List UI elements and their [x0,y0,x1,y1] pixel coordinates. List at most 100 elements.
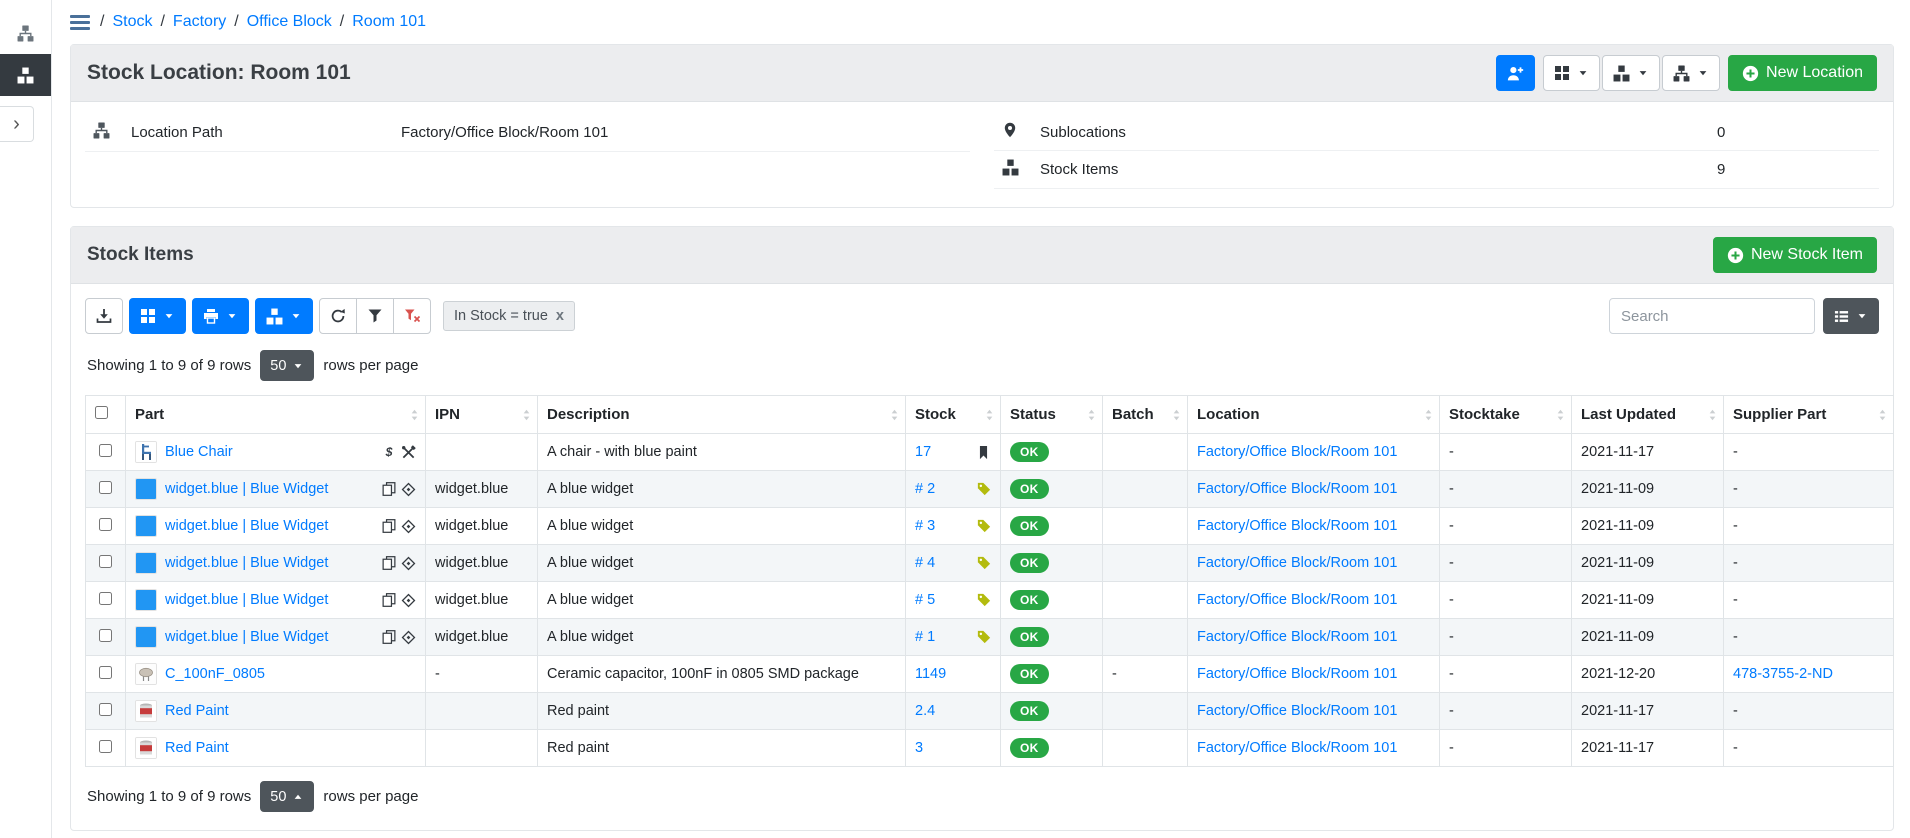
location-link[interactable]: Factory/Office Block/Room 101 [1197,555,1397,571]
columns-dropdown-button[interactable] [1823,298,1879,334]
location-link[interactable]: Factory/Office Block/Room 101 [1197,740,1397,756]
diamond-icon [401,482,416,497]
barcode-actions-dropdown[interactable] [129,298,186,334]
row-checkbox[interactable] [99,629,112,642]
column-header-ipn[interactable]: IPN [426,396,538,434]
row-checkbox-cell [86,545,126,582]
supplier-part-cell: - [1724,471,1894,508]
breadcrumb-link[interactable]: Room 101 [352,13,426,31]
user-actions-button[interactable] [1496,55,1535,91]
stock-quantity-link[interactable]: # 1 [915,629,935,645]
search-input[interactable] [1609,298,1815,334]
chair-thumbnail-icon [136,442,156,462]
part-link[interactable]: Blue Chair [165,444,233,460]
column-header-stocktake[interactable]: Stocktake [1440,396,1572,434]
stock-quantity-link[interactable]: # 4 [915,555,935,571]
ipn-cell [426,434,538,471]
location-path-label: Location Path [123,114,393,152]
column-header-description[interactable]: Description [538,396,906,434]
select-all-checkbox[interactable] [95,406,108,419]
print-actions-dropdown[interactable] [192,298,249,334]
location-link[interactable]: Factory/Office Block/Room 101 [1197,592,1397,608]
part-link[interactable]: Red Paint [165,703,229,719]
row-checkbox[interactable] [99,666,112,679]
new-location-button[interactable]: New Location [1728,55,1877,91]
description-cell: A blue widget [538,582,906,619]
stock-actions-dropdown[interactable] [1602,55,1660,91]
stock-quantity-link[interactable]: 3 [915,740,923,756]
column-header-last-updated[interactable]: Last Updated [1572,396,1724,434]
stock-options-dropdown[interactable] [255,298,313,334]
location-link[interactable]: Factory/Office Block/Room 101 [1197,666,1397,682]
stock-quantity-link[interactable]: # 3 [915,518,935,534]
location-link[interactable]: Factory/Office Block/Room 101 [1197,629,1397,645]
new-stock-item-button[interactable]: New Stock Item [1713,237,1877,273]
part-link[interactable]: C_100nF_0805 [165,666,265,682]
toolbar-right [1609,298,1879,334]
caret-down-icon [1856,310,1868,322]
stock-quantity-link[interactable]: 1149 [915,666,946,682]
part-cell: Red Paint [126,693,426,730]
filter-chip-in-stock[interactable]: In Stock = true x [443,301,575,331]
stocktake-cell: - [1440,508,1572,545]
menu-icon[interactable] [70,15,90,30]
stock-quantity-link[interactable]: # 2 [915,481,935,497]
location-link[interactable]: Factory/Office Block/Room 101 [1197,444,1397,460]
column-header-part[interactable]: Part [126,396,426,434]
filter-chip-label: In Stock = true [454,308,548,324]
stock-quantity-link[interactable]: 2.4 [915,703,935,719]
supplier-part-link[interactable]: 478-3755-2-ND [1733,666,1833,682]
row-checkbox[interactable] [99,481,112,494]
column-header-supplier-part[interactable]: Supplier Part [1724,396,1894,434]
breadcrumb-link[interactable]: Office Block [247,13,332,31]
part-thumbnail [135,478,157,500]
breadcrumb-bar: /Stock/Factory/Office Block/Room 101 [70,0,1894,44]
grid-icon [140,308,156,324]
part-attribute-icons [382,630,416,645]
column-header-stock[interactable]: Stock [906,396,1001,434]
location-link[interactable]: Factory/Office Block/Room 101 [1197,703,1397,719]
row-checkbox[interactable] [99,518,112,531]
part-link[interactable]: widget.blue | Blue Widget [165,592,328,608]
stock-quantity-link[interactable]: 17 [915,444,931,460]
row-checkbox[interactable] [99,740,112,753]
page-size-dropdown[interactable]: 50 [260,350,314,381]
location-actions-dropdown[interactable] [1662,55,1720,91]
stock-quantity-link[interactable]: # 5 [915,592,935,608]
location-link[interactable]: Factory/Office Block/Room 101 [1197,518,1397,534]
column-header-location[interactable]: Location [1188,396,1440,434]
row-checkbox[interactable] [99,703,112,716]
column-header-status[interactable]: Status [1001,396,1103,434]
part-link[interactable]: Red Paint [165,740,229,756]
chevron-right-icon: › [13,113,20,136]
sitemap-icon [17,25,34,42]
sidebar-item-stock[interactable] [0,54,51,96]
filter-chip-remove-button[interactable]: x [556,308,564,324]
refresh-button[interactable] [319,298,357,334]
main-content: /Stock/Factory/Office Block/Room 101 Sto… [52,0,1910,838]
barcode-actions-dropdown[interactable] [1543,55,1600,91]
clear-filters-button[interactable] [393,298,431,334]
part-link[interactable]: widget.blue | Blue Widget [165,629,328,645]
part-link[interactable]: widget.blue | Blue Widget [165,518,328,534]
part-link[interactable]: widget.blue | Blue Widget [165,481,328,497]
breadcrumb-link[interactable]: Factory [173,13,226,31]
sidebar-expand-button[interactable]: › [0,106,34,142]
status-cell: OK [1001,434,1103,471]
row-checkbox-cell [86,582,126,619]
row-checkbox[interactable] [99,555,112,568]
sidebar-item-parts[interactable] [0,12,51,54]
breadcrumb-link[interactable]: Stock [112,13,152,31]
part-link[interactable]: widget.blue | Blue Widget [165,555,328,571]
location-link[interactable]: Factory/Office Block/Room 101 [1197,481,1397,497]
row-checkbox[interactable] [99,444,112,457]
export-download-button[interactable] [85,298,123,334]
row-checkbox[interactable] [99,592,112,605]
part-cell: widget.blue | Blue Widget [126,582,426,619]
column-header-batch[interactable]: Batch [1103,396,1188,434]
page-size-dropdown[interactable]: 50 [260,781,314,812]
filter-button[interactable] [356,298,394,334]
boxes-icon [17,67,34,84]
columns-icon [1834,309,1849,324]
stock-cell: 17 [906,434,1001,471]
